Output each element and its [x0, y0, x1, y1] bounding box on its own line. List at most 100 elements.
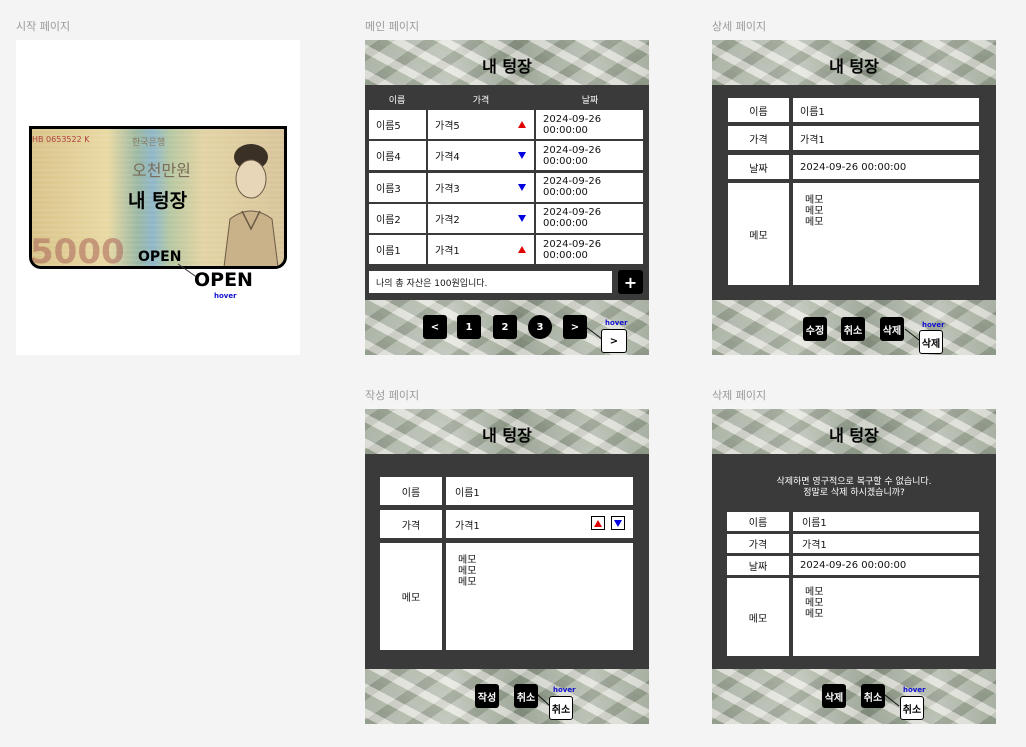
- arrow-down-icon: [518, 214, 526, 222]
- price-up-toggle[interactable]: [591, 516, 605, 530]
- row-name-text: 이름5: [376, 121, 401, 132]
- row-price[interactable]: 가격2: [428, 203, 534, 233]
- prev-page-button[interactable]: <: [423, 315, 447, 339]
- name-value: 이름1: [793, 98, 979, 122]
- cancel-button-hover[interactable]: 취소: [900, 696, 924, 720]
- row-name[interactable]: 이름5: [369, 110, 426, 139]
- column-header-date: 날짜: [581, 96, 599, 106]
- edit-button[interactable]: 수정: [803, 317, 827, 341]
- page-title: 내 텅장: [829, 57, 879, 76]
- row-date-text: 2024-09-26 00:00:00: [543, 238, 602, 261]
- memo-input[interactable]: 메모 메모 메모: [446, 543, 633, 650]
- delete-warning-line-1: 삭제하면 영구적으로 복구할 수 없습니다.: [776, 477, 932, 487]
- main-page-frame: 내 텅장 이름 가격 날짜 나의 총 자산은 100원입니다. + < 1 2 …: [365, 40, 649, 355]
- delete-page-frame: 내 텅장 삭제하면 영구적으로 복구할 수 없습니다. 정말로 삭제 하시겠습니…: [712, 409, 996, 724]
- row-date-text: 2024-09-26 00:00:00: [543, 207, 602, 230]
- row-price[interactable]: 가격4: [428, 141, 534, 171]
- row-name[interactable]: 이름1: [369, 235, 426, 265]
- row-price-text: 가격2: [435, 214, 460, 226]
- frame-label-main: 메인 페이지: [365, 20, 420, 33]
- banknote-amount: 오천만원: [132, 161, 191, 180]
- add-button[interactable]: +: [618, 270, 643, 294]
- arrow-up-icon: [518, 121, 526, 128]
- open-button-hover[interactable]: OPEN: [194, 269, 253, 291]
- hover-tag: hover: [903, 686, 926, 694]
- open-button[interactable]: OPEN: [138, 249, 181, 265]
- memo-label: 메모: [727, 578, 789, 656]
- row-date[interactable]: 2024-09-26 00:00:00: [536, 172, 643, 202]
- row-price-text: 가격5: [435, 121, 460, 132]
- cancel-button-hover[interactable]: 취소: [549, 696, 573, 720]
- memo-value: 메모 메모 메모: [793, 183, 979, 285]
- write-button[interactable]: 작성: [475, 684, 499, 708]
- row-date[interactable]: 2024-09-26 00:00:00: [536, 235, 643, 265]
- date-value: 2024-09-26 00:00:00: [793, 155, 979, 179]
- price-label: 가격: [728, 126, 789, 150]
- row-date[interactable]: 2024-09-26 00:00:00: [536, 141, 643, 171]
- cancel-button[interactable]: 취소: [841, 317, 865, 341]
- frame-label-detail: 상세 페이지: [712, 20, 767, 33]
- page-button-3-current[interactable]: 3: [528, 315, 552, 339]
- page-button-2[interactable]: 2: [493, 315, 517, 339]
- date-value: 2024-09-26 00:00:00: [793, 556, 979, 575]
- row-name-text: 이름3: [376, 183, 401, 195]
- price-down-toggle[interactable]: [611, 516, 625, 530]
- arrow-up-icon: [594, 519, 602, 527]
- delete-button[interactable]: 삭제: [880, 317, 904, 341]
- total-assets-text: 나의 총 자산은 100원입니다.: [369, 271, 612, 293]
- frame-label-write: 작성 페이지: [365, 389, 420, 402]
- footer-banner: [712, 669, 996, 724]
- arrow-up-icon: [518, 246, 526, 254]
- row-name[interactable]: 이름3: [369, 172, 426, 202]
- memo-label: 메모: [380, 543, 442, 650]
- portrait-icon: [220, 139, 282, 266]
- column-header-name: 이름: [388, 96, 406, 106]
- hover-tag: hover: [214, 292, 237, 300]
- row-date[interactable]: 2024-09-26 00:00:00: [536, 110, 643, 139]
- frame-label-start: 시작 페이지: [16, 20, 71, 33]
- row-name-text: 이름2: [376, 214, 401, 226]
- row-date-text: 2024-09-26 00:00:00: [543, 176, 602, 199]
- memo-label: 메모: [728, 183, 789, 285]
- name-label: 이름: [727, 512, 789, 531]
- delete-button-hover[interactable]: 삭제: [919, 330, 943, 354]
- name-value: 이름1: [793, 512, 979, 531]
- row-name[interactable]: 이름4: [369, 141, 426, 171]
- page-title: 내 텅장: [482, 426, 532, 445]
- frame-label-delete: 삭제 페이지: [712, 389, 767, 402]
- delete-warning-line-2: 정말로 삭제 하시겠습니까?: [803, 488, 905, 498]
- price-value: 가격1: [793, 126, 979, 150]
- cancel-button[interactable]: 취소: [514, 684, 538, 708]
- page-title: 내 텅장: [482, 57, 532, 76]
- detail-page-frame: 내 텅장 이름 이름1 가격 가격1 날짜 2024-09-26 00:00:0…: [712, 40, 996, 355]
- cancel-button[interactable]: 취소: [861, 684, 885, 708]
- price-label: 가격: [727, 534, 789, 553]
- row-price[interactable]: 가격5: [428, 110, 534, 139]
- start-page-frame: HB 0653522 K 한국은행 오천만원 5000 내 텅장 OPEN OP…: [16, 40, 300, 355]
- write-page-frame: 내 텅장 이름 이름1 가격 가격1 메모 메모 메모 메모 작성 취소 hov…: [365, 409, 649, 724]
- row-date[interactable]: 2024-09-26 00:00:00: [536, 203, 643, 233]
- row-price[interactable]: 가격3: [428, 172, 534, 202]
- next-page-button[interactable]: >: [563, 315, 587, 339]
- banknote-korea: 한국은행: [132, 138, 166, 148]
- hover-tag: hover: [605, 319, 628, 327]
- banknote-number: 5000: [30, 232, 125, 269]
- name-input[interactable]: 이름1: [446, 477, 633, 505]
- row-name-text: 이름1: [376, 246, 401, 258]
- date-label: 날짜: [727, 556, 789, 575]
- page-button-1[interactable]: 1: [457, 315, 481, 339]
- row-price[interactable]: 가격1: [428, 235, 534, 265]
- row-name-text: 이름4: [376, 152, 401, 164]
- delete-button[interactable]: 삭제: [822, 684, 846, 708]
- row-date-text: 2024-09-26 00:00:00: [543, 144, 602, 167]
- price-value: 가격1: [793, 534, 979, 553]
- next-page-button-hover[interactable]: >: [601, 329, 627, 353]
- price-label: 가격: [380, 510, 442, 538]
- arrow-down-icon: [518, 152, 526, 160]
- column-header-price: 가격: [472, 96, 490, 106]
- name-label: 이름: [380, 477, 442, 505]
- arrow-down-icon: [518, 183, 526, 191]
- date-label: 날짜: [728, 155, 789, 179]
- banknote-card[interactable]: HB 0653522 K 한국은행 오천만원 5000 내 텅장 OPEN: [29, 126, 287, 269]
- row-name[interactable]: 이름2: [369, 203, 426, 233]
